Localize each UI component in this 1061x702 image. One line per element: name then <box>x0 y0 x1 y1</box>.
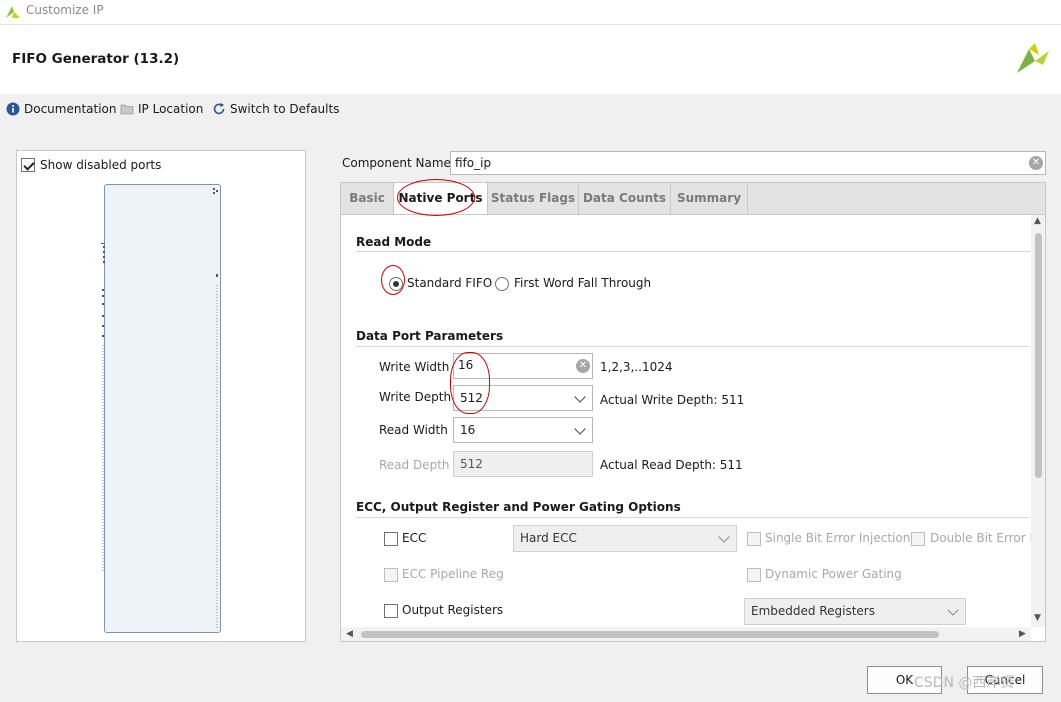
ecc-options-heading: ECC, Output Register and Power Gating Op… <box>356 500 681 514</box>
first-word-fall-through-radio[interactable] <box>495 277 509 291</box>
xilinx-logo-icon <box>6 6 20 18</box>
native-ports-content: Read Mode Standard FIFO First Word Fall … <box>340 214 1046 642</box>
write-width-label: Write Width <box>379 360 450 374</box>
show-disabled-ports-row[interactable]: Show disabled ports <box>21 158 161 172</box>
scroll-up-icon[interactable]: ▲ <box>1034 216 1041 226</box>
register-type-value: Embedded Registers <box>751 604 875 618</box>
actual-write-depth: Actual Write Depth: 511 <box>600 393 745 407</box>
ip-block-symbol <box>101 184 221 633</box>
double-bit-error-label: Double Bit Error In <box>930 531 1041 545</box>
tab-basic[interactable]: Basic <box>341 183 394 214</box>
chevron-down-icon <box>574 391 586 403</box>
chevron-down-icon <box>718 531 730 543</box>
register-type-select: Embedded Registers <box>744 598 966 625</box>
write-width-range: 1,2,3,..1024 <box>600 360 673 374</box>
component-name-input[interactable]: fifo_ip ✕ <box>450 151 1046 175</box>
chevron-down-icon <box>574 423 586 435</box>
divider <box>356 346 1030 347</box>
watermark: CSDN @西岸贤 <box>914 675 1015 691</box>
ecc-pipeline-reg-label: ECC Pipeline Reg <box>402 567 504 581</box>
tab-status-flags[interactable]: Status Flags <box>488 183 579 214</box>
scroll-right-icon[interactable]: ▶ <box>1019 629 1026 639</box>
annotation-ring <box>397 179 475 216</box>
dynamic-power-gating-label: Dynamic Power Gating <box>765 567 902 581</box>
clear-write-width-icon[interactable]: ✕ <box>576 359 590 373</box>
ip-location-button[interactable]: IP Location <box>120 102 203 116</box>
switch-defaults-button[interactable]: Switch to Defaults <box>212 102 339 116</box>
vertical-scrollbar[interactable]: ▲ ▼ <box>1031 215 1045 627</box>
ecc-pipeline-reg-checkbox[interactable] <box>384 568 398 582</box>
annotation-ring <box>381 265 405 295</box>
standard-fifo-label: Standard FIFO <box>407 276 493 290</box>
documentation-label: Documentation <box>24 102 117 116</box>
annotation-ring <box>450 352 490 414</box>
vertical-scroll-thumb[interactable] <box>1035 233 1042 478</box>
output-registers-checkbox[interactable] <box>384 604 398 618</box>
documentation-button[interactable]: Documentation <box>6 102 117 116</box>
read-depth-field: 512 <box>453 451 593 477</box>
chevron-down-icon <box>947 604 959 616</box>
xilinx-brand-icon <box>1017 43 1049 73</box>
refresh-icon <box>213 102 225 115</box>
data-port-parameters-heading: Data Port Parameters <box>356 329 504 343</box>
horizontal-scrollbar[interactable]: ◀ ▶ <box>341 627 1031 641</box>
ecc-type-value: Hard ECC <box>520 531 577 545</box>
ecc-type-select: Hard ECC <box>513 525 737 552</box>
switch-defaults-label: Switch to Defaults <box>230 102 340 116</box>
port-pins <box>101 188 218 630</box>
clear-component-name-icon[interactable]: ✕ <box>1029 156 1043 170</box>
tab-data-counts[interactable]: Data Counts <box>579 183 671 214</box>
dynamic-power-gating-checkbox[interactable] <box>747 568 761 582</box>
read-depth-label: Read Depth <box>379 458 450 472</box>
divider <box>356 251 1030 252</box>
window-title: Customize IP <box>26 3 104 17</box>
first-word-fall-through-label: First Word Fall Through <box>514 276 652 290</box>
ecc-checkbox[interactable] <box>384 532 398 546</box>
component-name-label: Component Name <box>342 156 451 170</box>
read-width-select[interactable]: 16 <box>453 417 593 443</box>
double-bit-error-checkbox[interactable] <box>911 532 925 546</box>
folder-icon <box>120 104 134 115</box>
scroll-left-icon[interactable]: ◀ <box>346 629 353 639</box>
read-mode-heading: Read Mode <box>356 235 432 249</box>
read-width-label: Read Width <box>379 423 448 437</box>
ip-symbol-panel: Show disabled ports <box>16 150 306 642</box>
component-name-value: fifo_ip <box>455 156 492 170</box>
read-depth-value: 512 <box>460 457 483 471</box>
ecc-label: ECC <box>402 531 427 545</box>
info-icon <box>6 102 20 116</box>
single-bit-error-checkbox[interactable] <box>747 532 761 546</box>
ip-header: FIFO Generator (13.2) <box>0 24 1061 94</box>
divider <box>356 517 1030 518</box>
window-title-bar: Customize IP <box>0 0 1061 24</box>
read-width-value: 16 <box>460 423 476 437</box>
toolbar: Documentation IP Location Switch to Defa… <box>0 98 600 122</box>
ip-location-label: IP Location <box>138 102 204 116</box>
horizontal-scroll-thumb[interactable] <box>361 631 939 638</box>
tab-summary[interactable]: Summary <box>671 183 748 214</box>
actual-read-depth: Actual Read Depth: 511 <box>600 458 743 472</box>
scroll-down-icon[interactable]: ▼ <box>1034 613 1041 623</box>
show-disabled-ports-checkbox[interactable] <box>21 158 35 172</box>
write-depth-label: Write Depth <box>379 390 452 404</box>
output-registers-label: Output Registers <box>402 603 504 617</box>
show-disabled-ports-label: Show disabled ports <box>40 158 162 172</box>
ip-title: FIFO Generator (13.2) <box>12 51 180 67</box>
single-bit-error-label: Single Bit Error Injection <box>765 531 911 545</box>
